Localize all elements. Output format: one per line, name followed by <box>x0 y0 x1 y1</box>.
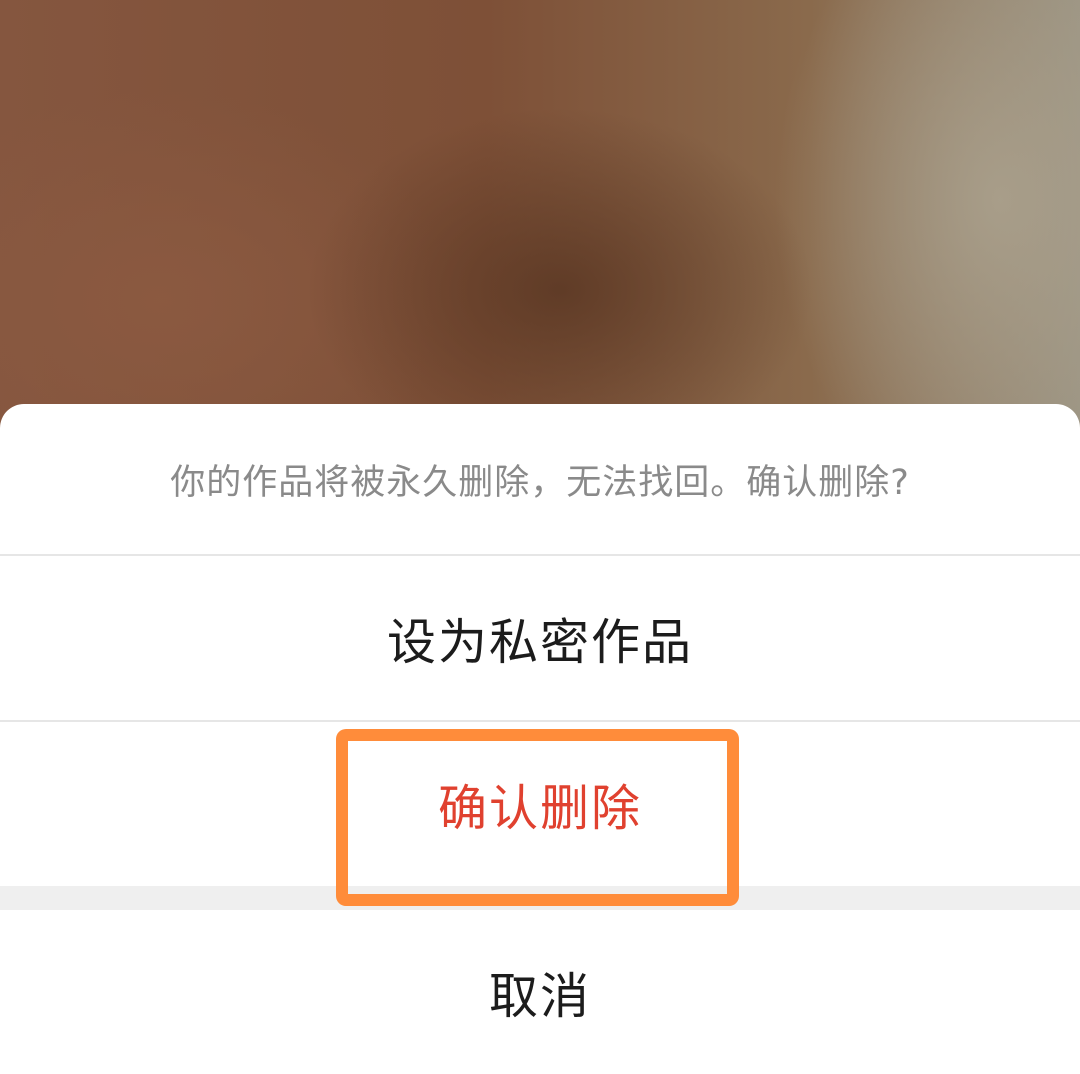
screen: 你的作品将被永久删除，无法找回。确认删除? 设为私密作品 确认删除 取消 <box>0 0 1080 1074</box>
cancel-button[interactable]: 取消 <box>0 910 1080 1074</box>
confirm-delete-button[interactable]: 确认删除 <box>0 722 1080 886</box>
section-gap <box>0 886 1080 910</box>
delete-warning-text: 你的作品将被永久删除，无法找回。确认删除? <box>170 462 910 503</box>
set-private-button[interactable]: 设为私密作品 <box>0 556 1080 720</box>
action-sheet: 你的作品将被永久删除，无法找回。确认删除? 设为私密作品 确认删除 取消 <box>0 404 1080 1074</box>
